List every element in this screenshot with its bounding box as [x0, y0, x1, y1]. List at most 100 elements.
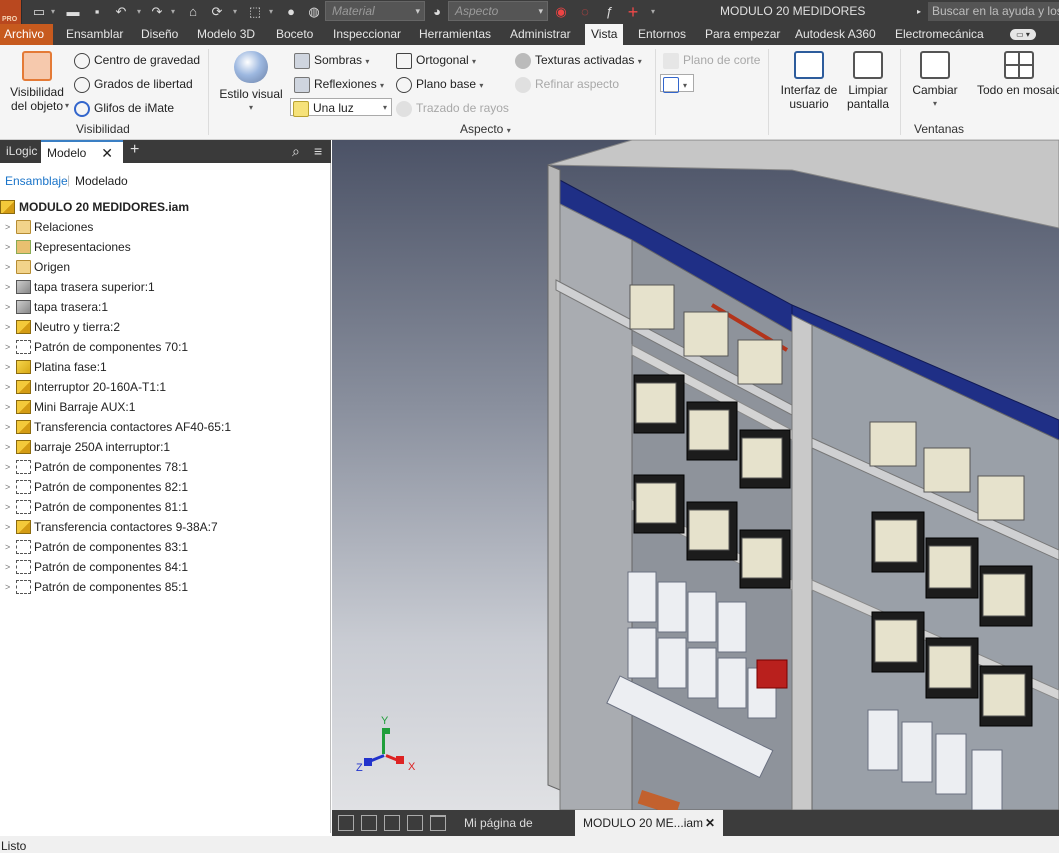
tree-item[interactable]: > Mini Barraje AUX:1 — [0, 397, 331, 417]
center-of-gravity-button[interactable]: Centro de gravedad — [74, 51, 200, 69]
object-visibility-button[interactable]: Visibilidad del objeto — [6, 51, 68, 113]
expand-chevron-icon[interactable]: > — [5, 217, 10, 237]
tab-boceto[interactable]: Boceto — [270, 24, 319, 45]
tab-active-document[interactable]: MODULO 20 ME...iam ✕ — [575, 810, 723, 836]
tree-root[interactable]: MODULO 20 MEDIDORES.iam — [0, 197, 331, 217]
tree-item[interactable]: > Patrón de componentes 85:1 — [0, 577, 331, 597]
tree-item[interactable]: > tapa trasera superior:1 — [0, 277, 331, 297]
appearance-dropdown[interactable]: Aspecto ▾ — [448, 1, 548, 21]
reflections-button[interactable]: Reflexiones ▾ — [294, 75, 384, 93]
expand-chevron-icon[interactable]: > — [5, 277, 10, 297]
adjust-appearance-icon[interactable]: ◉ — [552, 3, 570, 21]
tab-entornos[interactable]: Entornos — [632, 24, 692, 45]
model-icon[interactable]: ● — [282, 3, 300, 21]
tree-item[interactable]: > tapa trasera:1 — [0, 297, 331, 317]
tab-diseno[interactable]: Diseño — [135, 24, 184, 45]
tab-inspeccionar[interactable]: Inspeccionar — [327, 24, 407, 45]
tab-herramientas[interactable]: Herramientas — [413, 24, 497, 45]
tree-item[interactable]: > Patrón de componentes 78:1 — [0, 457, 331, 477]
tab-administrar[interactable]: Administrar — [504, 24, 577, 45]
close-tab-icon[interactable]: ✕ — [101, 142, 113, 164]
open-icon[interactable]: ▬ — [64, 3, 82, 21]
tab-vista[interactable]: Vista — [585, 24, 624, 46]
degrees-of-freedom-button[interactable]: Grados de libertad — [74, 75, 193, 93]
modeling-view-link[interactable]: Modelado — [75, 174, 128, 188]
help-search-input[interactable]: Buscar en la ayuda y los — [928, 2, 1059, 21]
tab-home-page[interactable]: Mi página de inic... — [456, 810, 572, 856]
tree-item[interactable]: > Patrón de componentes 81:1 — [0, 497, 331, 517]
tab-modelo[interactable]: Modelo ✕ — [41, 140, 123, 163]
visual-style-button[interactable]: Estilo visual ▾ — [216, 51, 286, 115]
clean-screen-button[interactable]: Limpiar pantalla — [842, 51, 894, 111]
new-dropdown-icon[interactable]: ▾ — [48, 3, 58, 21]
select-icon[interactable]: ⬚ — [246, 3, 264, 21]
tab-autodesk-a360[interactable]: Autodesk A360 — [789, 24, 882, 45]
tree-item[interactable]: > Representaciones — [0, 237, 331, 257]
expand-chevron-icon[interactable]: > — [5, 417, 10, 437]
tile-horizontal-icon[interactable] — [384, 815, 400, 831]
expand-chevron-icon[interactable]: > — [5, 457, 10, 477]
tree-item[interactable]: > Patrón de componentes 70:1 — [0, 337, 331, 357]
user-interface-button[interactable]: Interfaz de usuario — [779, 51, 839, 111]
undo-icon[interactable]: ↶ — [112, 3, 130, 21]
switch-window-button[interactable]: Cambiar ▾ — [908, 51, 962, 111]
cascade-windows-icon[interactable] — [338, 815, 354, 831]
customize-qat-icon[interactable]: ▾ — [648, 3, 658, 21]
expand-chevron-icon[interactable]: > — [5, 517, 10, 537]
ground-plane-button[interactable]: Plano base ▾ — [396, 75, 483, 93]
material-dropdown[interactable]: Material ▾ — [325, 1, 425, 21]
add-tab-icon[interactable]: + — [124, 140, 145, 163]
expand-chevron-icon[interactable]: > — [5, 317, 10, 337]
tree-item[interactable]: > Transferencia contactores AF40-65:1 — [0, 417, 331, 437]
expand-chevron-icon[interactable]: > — [5, 537, 10, 557]
tab-ensamblar[interactable]: Ensamblar — [60, 24, 129, 45]
search-icon[interactable]: ⌕ — [286, 140, 306, 163]
tile-vertical-icon[interactable] — [407, 815, 423, 831]
expand-chevron-icon[interactable]: > — [5, 577, 10, 597]
parameters-fx-icon[interactable]: ƒ — [600, 3, 618, 21]
tree-item[interactable]: > Neutro y tierra:2 — [0, 317, 331, 337]
clear-appearance-icon[interactable]: ◌ — [576, 3, 594, 21]
expand-chevron-icon[interactable]: > — [5, 377, 10, 397]
textures-button[interactable]: Texturas activadas ▾ — [515, 51, 642, 69]
graphics-viewport[interactable]: Y X Z — [332, 140, 1059, 810]
menu-icon[interactable]: ≡ — [308, 140, 328, 163]
expand-chevron-icon[interactable]: > — [5, 437, 10, 457]
expand-chevron-icon[interactable]: > — [5, 337, 10, 357]
save-icon[interactable]: ▪ — [88, 3, 106, 21]
tab-modelo-3d[interactable]: Modelo 3D — [191, 24, 261, 45]
view-triad[interactable]: Y X Z — [354, 715, 415, 780]
home-icon[interactable]: ⌂ — [184, 3, 202, 21]
tab-ilogic[interactable]: iLogic — [0, 140, 43, 163]
window-menu-icon[interactable] — [430, 815, 446, 831]
ribbon-toggle-icon[interactable]: ▭ ▾ — [1010, 29, 1036, 40]
globe-icon[interactable]: ◍ — [305, 3, 323, 21]
tab-para-empezar[interactable]: Para empezar — [699, 24, 786, 45]
tree-item[interactable]: > Origen — [0, 257, 331, 277]
tree-item[interactable]: > Patrón de componentes 82:1 — [0, 477, 331, 497]
tree-item[interactable]: > Transferencia contactores 9-38A:7 — [0, 517, 331, 537]
tree-item[interactable]: > Platina fase:1 — [0, 357, 331, 377]
tree-item[interactable]: > barraje 250A interruptor:1 — [0, 437, 331, 457]
color-wheel-icon[interactable]: ◕ — [428, 3, 446, 21]
tree-item[interactable]: > Interruptor 20-160A-T1:1 — [0, 377, 331, 397]
expand-chevron-icon[interactable]: > — [5, 297, 10, 317]
lighting-dropdown[interactable]: Una luz ▾ — [290, 98, 392, 117]
tile-all-button[interactable]: Todo en mosaic — [974, 51, 1059, 97]
expand-chevron-icon[interactable]: > — [5, 237, 10, 257]
expand-chevron-icon[interactable]: > — [5, 257, 10, 277]
assembly-view-link[interactable]: Ensamblaje — [5, 174, 68, 188]
update-dropdown-icon[interactable]: ▾ — [230, 3, 240, 21]
close-document-icon[interactable]: ✕ — [705, 810, 715, 836]
tab-archivo[interactable]: Archivo — [0, 24, 53, 45]
redo-icon[interactable]: ↷ — [148, 3, 166, 21]
tree-item[interactable]: > Relaciones — [0, 217, 331, 237]
expand-chevron-icon[interactable]: > — [5, 497, 10, 517]
undo-dropdown-icon[interactable]: ▾ — [134, 3, 144, 21]
add-plus-icon[interactable]: + — [624, 3, 642, 21]
object-visibility-dropdown-icon[interactable]: ▾ — [65, 97, 69, 115]
update-icon[interactable]: ⟳ — [208, 3, 226, 21]
tab-electromecanica[interactable]: Electromecánica — [889, 24, 990, 45]
imate-glyphs-button[interactable]: Glifos de iMate — [74, 99, 174, 117]
expand-chevron-icon[interactable]: > — [5, 397, 10, 417]
